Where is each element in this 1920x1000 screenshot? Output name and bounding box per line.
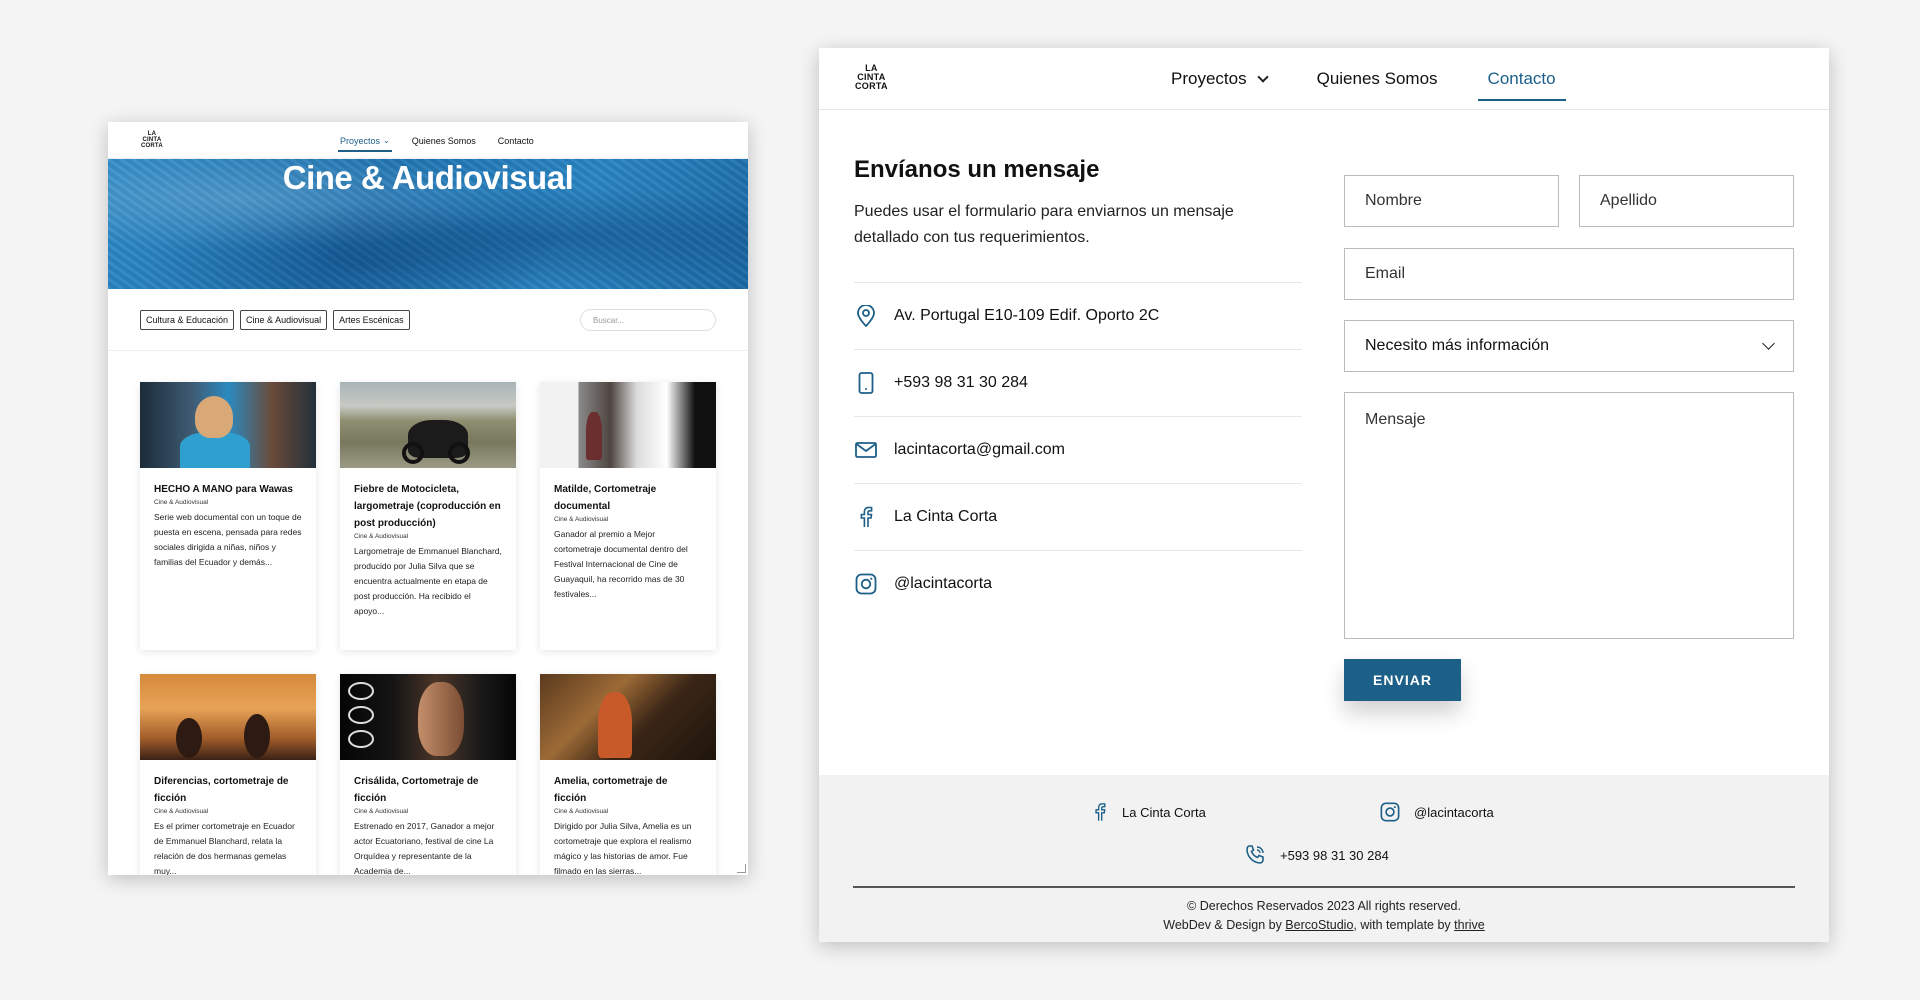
project-card[interactable]: Diferencias, cortometraje de ficción Cin… [140, 674, 316, 875]
card-category[interactable]: Cine & Audiovisual [554, 516, 702, 523]
card-category[interactable]: Cine & Audiovisual [354, 533, 502, 540]
projects-grid: HECHO A MANO para Wawas Cine & Audiovisu… [140, 382, 716, 875]
footer-instagram-link[interactable]: @lacintacorta [1380, 802, 1494, 822]
phone-call-icon [1244, 844, 1266, 866]
project-thumbnail[interactable] [540, 674, 716, 760]
filter-artes-escenicas[interactable]: Artes Escénicas [333, 309, 410, 330]
chevron-down-icon [1762, 337, 1775, 350]
intro-text: Puedes usar el formulario para enviarnos… [854, 203, 1234, 246]
right-navbar: LA CINTA CORTA Proyectos Quienes Somos C… [819, 48, 1829, 110]
info-address: Av. Portugal E10-109 Edif. Oporto 2C [854, 282, 1302, 349]
card-title[interactable]: Diferencias, cortometraje de ficción [154, 773, 302, 807]
first-name-field[interactable]: Nombre [1344, 175, 1559, 227]
chevron-down-icon: ⌄ [383, 136, 390, 145]
submit-button[interactable]: ENVIAR [1344, 659, 1461, 701]
project-card[interactable]: HECHO A MANO para Wawas Cine & Audiovisu… [140, 382, 316, 650]
mail-icon [854, 438, 878, 462]
project-card[interactable]: Crisálida, Cortometraje de ficción Cine … [340, 674, 516, 875]
card-description: Ganador al premio a Mejor cortometraje d… [554, 529, 688, 599]
facebook-icon [1094, 802, 1106, 822]
hero-title: Cine & Audiovisual [282, 159, 574, 196]
inquiry-type-select[interactable]: Necesito más información [1344, 320, 1794, 372]
left-nav-contacto[interactable]: Contacto [498, 122, 534, 159]
left-nav-proyectos[interactable]: Proyectos ⌄ [338, 122, 392, 159]
card-title[interactable]: Matilde, Cortometraje documental [554, 481, 702, 515]
info-email: lacintacorta@gmail.com [854, 416, 1302, 483]
contact-info-list: Av. Portugal E10-109 Edif. Oporto 2C +59… [854, 282, 1302, 617]
card-category[interactable]: Cine & Audiovisual [354, 808, 502, 815]
projects-page-window: LA CINTA CORTA Proyectos ⌄ Quienes Somos … [108, 122, 748, 875]
phone-icon [854, 371, 878, 395]
project-thumbnail[interactable] [140, 674, 316, 760]
card-description: Serie web documental con un toque de pue… [154, 512, 302, 567]
message-textarea[interactable]: Mensaje [1344, 392, 1794, 639]
filter-cultura-educacion[interactable]: Cultura & Educación [140, 309, 235, 330]
card-category[interactable]: Cine & Audiovisual [554, 808, 702, 815]
project-card[interactable]: Fiebre de Motocicleta, largometraje (cop… [340, 382, 516, 650]
card-description: Dirigido por Julia Silva, Amelia es un c… [554, 821, 692, 875]
project-thumbnail[interactable] [540, 382, 716, 468]
footer-copyright: © Derechos Reservados 2023 All rights re… [1163, 899, 1485, 932]
nav-proyectos[interactable]: Proyectos [1171, 48, 1269, 110]
instagram-icon [854, 572, 878, 596]
filter-cine-audiovisual[interactable]: Cine & Audiovisual [240, 309, 328, 330]
facebook-icon [854, 505, 878, 529]
bercostudio-link[interactable]: BercoStudio [1285, 918, 1353, 932]
contact-form: Nombre Apellido Email Necesito más infor… [1344, 175, 1794, 701]
chevron-down-icon [1256, 70, 1269, 83]
project-thumbnail[interactable] [140, 382, 316, 468]
left-nav-menu: Proyectos ⌄ Quienes Somos Contacto [338, 122, 534, 159]
info-facebook: La Cinta Corta [854, 483, 1302, 550]
footer-facebook-link[interactable]: La Cinta Corta [1094, 802, 1206, 822]
footer: La Cinta Corta @lacintacorta +593 98 31 … [819, 775, 1829, 942]
card-category[interactable]: Cine & Audiovisual [154, 499, 302, 506]
instagram-icon [1380, 802, 1400, 822]
email-field[interactable]: Email [1344, 248, 1794, 300]
contact-page-window: LA CINTA CORTA Proyectos Quienes Somos C… [819, 48, 1829, 942]
left-nav-quienes-somos[interactable]: Quienes Somos [412, 122, 476, 159]
card-description: Es el primer cortometraje en Ecuador de … [154, 821, 295, 875]
thrive-link[interactable]: thrive [1454, 918, 1485, 932]
info-phone: +593 98 31 30 284 [854, 349, 1302, 416]
project-card[interactable]: Matilde, Cortometraje documental Cine & … [540, 382, 716, 650]
hero-banner: Cine & Audiovisual [108, 159, 748, 289]
left-navbar: LA CINTA CORTA Proyectos ⌄ Quienes Somos … [108, 122, 748, 159]
resize-handle-icon[interactable] [737, 864, 746, 873]
location-pin-icon [854, 304, 878, 328]
card-title[interactable]: HECHO A MANO para Wawas [154, 481, 302, 498]
card-category[interactable]: Cine & Audiovisual [154, 808, 302, 815]
last-name-field[interactable]: Apellido [1579, 175, 1794, 227]
project-thumbnail[interactable] [340, 674, 516, 760]
nav-contacto[interactable]: Contacto [1477, 48, 1566, 110]
page-title: Envíanos un mensaje [854, 156, 1100, 183]
left-logo[interactable]: LA CINTA CORTA [141, 131, 163, 149]
project-card[interactable]: Amelia, cortometraje de ficción Cine & A… [540, 674, 716, 875]
nav-quienes-somos[interactable]: Quienes Somos [1317, 48, 1438, 110]
search-input[interactable]: Buscar... [580, 309, 716, 331]
card-description: Estrenado en 2017, Ganador a mejor actor… [354, 821, 495, 875]
card-description: Largometraje de Emmanuel Blanchard, prod… [354, 546, 502, 616]
right-nav-menu: Proyectos Quienes Somos Contacto [1171, 48, 1606, 110]
card-title[interactable]: Crisálida, Cortometraje de ficción [354, 773, 502, 807]
card-title[interactable]: Amelia, cortometraje de ficción [554, 773, 702, 807]
footer-divider [853, 886, 1795, 888]
info-instagram: @lacintacorta [854, 550, 1302, 617]
footer-phone-link[interactable]: +593 98 31 30 284 [1244, 844, 1389, 866]
category-filters: Cultura & Educación Cine & Audiovisual A… [108, 289, 748, 351]
card-title[interactable]: Fiebre de Motocicleta, largometraje (cop… [354, 481, 502, 532]
right-logo[interactable]: LA CINTA CORTA [855, 64, 888, 91]
project-thumbnail[interactable] [340, 382, 516, 468]
